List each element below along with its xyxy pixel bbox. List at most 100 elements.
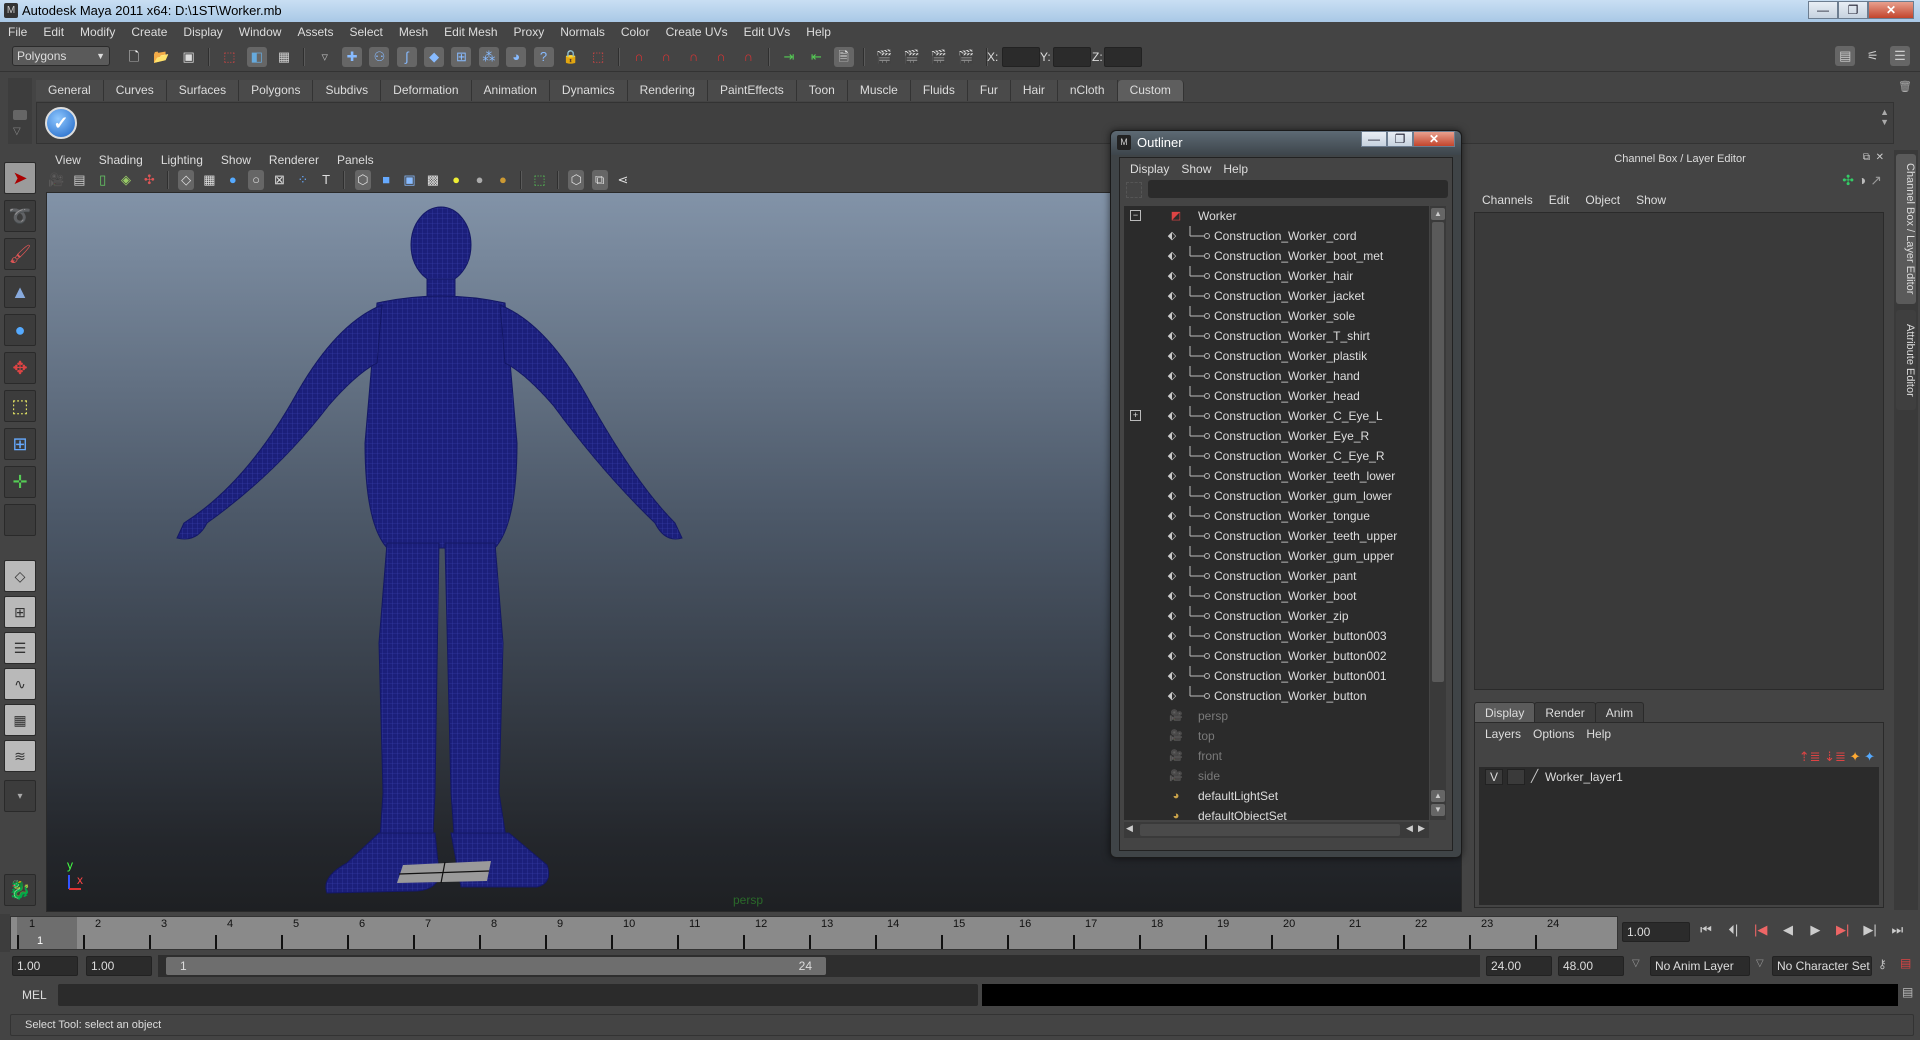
time-slider[interactable]: 1 2 3 4 5 6 7 8 9 10 11 12 13 14 15 16 17 18 19 20 21 22 23 24 … bbox=[10, 916, 1618, 950]
panel-menu-panels[interactable]: Panels bbox=[328, 150, 383, 170]
menu-assets[interactable]: Assets bbox=[289, 22, 341, 42]
snap-curve-icon[interactable]: ∩ bbox=[656, 47, 676, 67]
outliner-filter-input[interactable] bbox=[1148, 180, 1448, 198]
safe-action-icon[interactable]: ⁘ bbox=[295, 170, 311, 190]
menu-modify[interactable]: Modify bbox=[72, 22, 123, 42]
outliner-menu-show[interactable]: Show bbox=[1175, 160, 1217, 178]
snap-grid-icon[interactable]: ∩ bbox=[629, 47, 649, 67]
wireframe-icon[interactable]: ⬡ bbox=[354, 170, 371, 190]
outliner-item[interactable]: ⬖ Construction_Worker_teeth_lower bbox=[1124, 466, 1429, 486]
shelf-tab-animation[interactable]: Animation bbox=[471, 80, 550, 101]
outliner-item[interactable]: ⬖ Construction_Worker_gum_upper bbox=[1124, 546, 1429, 566]
outliner-item[interactable]: ⬖ Construction_Worker_zip bbox=[1124, 606, 1429, 626]
manipulator-icon[interactable]: ✣ bbox=[1842, 172, 1854, 188]
new-scene-icon[interactable]: 🗋 bbox=[124, 47, 144, 67]
xray-icon[interactable]: ⬡ bbox=[568, 170, 585, 190]
paint-select-tool-icon[interactable]: 🖌 bbox=[4, 238, 36, 270]
snap-view-plane-icon[interactable]: ∩ bbox=[711, 47, 731, 67]
shelf-tab-rendering[interactable]: Rendering bbox=[627, 80, 708, 101]
animation-end-field[interactable]: 48.00 bbox=[1558, 956, 1624, 976]
shelf-tab-custom[interactable]: Custom bbox=[1117, 80, 1184, 101]
shelf-tab-toon[interactable]: Toon bbox=[796, 80, 848, 101]
menuset-dropdown[interactable]: Polygons ▼ bbox=[12, 46, 110, 66]
layer-color-swatch-icon[interactable]: ╱ bbox=[1531, 769, 1538, 783]
default-lighting-icon[interactable]: ● bbox=[448, 170, 464, 190]
lasso-tool-icon[interactable]: ➰ bbox=[4, 200, 36, 232]
shelf-tab-painteffects[interactable]: PaintEffects bbox=[707, 80, 797, 101]
input-connections-icon[interactable]: ⇥ bbox=[779, 47, 799, 67]
menu-select[interactable]: Select bbox=[341, 22, 390, 42]
outliner-title-bar[interactable]: M Outliner — ❐ ✕ bbox=[1111, 131, 1461, 155]
render-settings-icon[interactable]: 🎬 bbox=[956, 47, 976, 67]
field-chart-icon[interactable]: ⊠ bbox=[271, 170, 287, 190]
cb-menu-show[interactable]: Show bbox=[1628, 190, 1674, 210]
shelf-tab-hair[interactable]: Hair bbox=[1010, 80, 1058, 101]
menu-edit-uvs[interactable]: Edit UVs bbox=[736, 22, 799, 42]
bookmarks-icon[interactable]: ▯ bbox=[95, 170, 111, 190]
panel-menu-renderer[interactable]: Renderer bbox=[260, 150, 328, 170]
go-to-start-icon[interactable]: ⏮ bbox=[1694, 922, 1718, 938]
outliner-item[interactable]: ⬖ Construction_Worker_sole bbox=[1124, 306, 1429, 326]
shelf-handle[interactable]: ▽ bbox=[8, 78, 32, 144]
construction-history-icon[interactable]: 🗎 bbox=[833, 47, 854, 67]
shelf-tab-surfaces[interactable]: Surfaces bbox=[166, 80, 240, 101]
outliner-item[interactable]: ⬖ Construction_Worker_C_Eye_R bbox=[1124, 446, 1429, 466]
menu-create-uvs[interactable]: Create UVs bbox=[658, 22, 736, 42]
move-tool-icon[interactable]: ▲ bbox=[4, 276, 36, 308]
menu-edit-mesh[interactable]: Edit Mesh bbox=[436, 22, 505, 42]
shelf-scroll-arrows[interactable]: ▲ ▼ bbox=[1880, 107, 1889, 127]
shelf-tab-dynamics[interactable]: Dynamics bbox=[549, 80, 628, 101]
scale-tool-icon[interactable]: ✥ bbox=[4, 352, 36, 384]
outliner-item[interactable]: 🎥 persp bbox=[1124, 706, 1429, 726]
scroll-right-icon[interactable]: ▶ bbox=[1418, 823, 1425, 834]
close-panel-icon[interactable]: ✕ bbox=[1876, 152, 1884, 163]
select-hierarchy-icon[interactable]: ⬚ bbox=[219, 47, 239, 67]
command-language-label[interactable]: MEL bbox=[22, 988, 47, 1002]
safe-title-icon[interactable]: T bbox=[318, 170, 334, 190]
outliner-item[interactable]: ⬖ Construction_Worker_cord bbox=[1124, 226, 1429, 246]
shelf-tab-muscle[interactable]: Muscle bbox=[847, 80, 911, 101]
step-back-key-icon[interactable]: ⏴| bbox=[1721, 922, 1745, 938]
select-dynamics-icon[interactable]: ⁂ bbox=[478, 47, 499, 67]
shelf-tab-polygons[interactable]: Polygons bbox=[239, 80, 314, 101]
move-layer-up-icon[interactable]: ⇡≣ bbox=[1799, 749, 1821, 764]
grid-icon[interactable]: ◇ bbox=[178, 170, 195, 190]
universal-manipulator-icon[interactable]: ⬚ bbox=[4, 390, 36, 422]
outliner-item[interactable]: ⬖ Construction_Worker_button003 bbox=[1124, 626, 1429, 646]
move-layer-down-icon[interactable]: ⇣≣ bbox=[1824, 749, 1846, 764]
anim-layer-field[interactable]: No Anim Layer bbox=[1650, 956, 1750, 976]
menu-edit[interactable]: Edit bbox=[35, 22, 72, 42]
select-rendering-icon[interactable]: ◕ bbox=[506, 47, 527, 67]
shadows-icon[interactable]: ● bbox=[495, 170, 511, 190]
outliner-item[interactable]: ⬖ Construction_Worker_button bbox=[1124, 686, 1429, 706]
layer-visibility-toggle[interactable]: V bbox=[1485, 769, 1503, 785]
outliner-minimize-button[interactable]: — bbox=[1361, 131, 1387, 147]
image-plane-icon[interactable]: ◈ bbox=[118, 170, 134, 190]
layer-tab-anim[interactable]: Anim bbox=[1594, 702, 1645, 722]
shelf-menu-icon[interactable] bbox=[13, 110, 27, 120]
outliner-item[interactable]: ⬖ Construction_Worker_pant bbox=[1124, 566, 1429, 586]
outliner-item[interactable]: ⬖ Construction_Worker_plastik bbox=[1124, 346, 1429, 366]
toggle-attribute-editor-icon[interactable]: ▤ bbox=[1835, 46, 1856, 66]
shelf-tab-ncloth[interactable]: nCloth bbox=[1057, 80, 1118, 101]
minimize-button[interactable]: — bbox=[1808, 1, 1838, 19]
outliner-item-worker[interactable]: − ◩ Worker bbox=[1124, 206, 1429, 226]
shelf-tab-fluids[interactable]: Fluids bbox=[910, 80, 968, 101]
close-button[interactable]: ✕ bbox=[1868, 1, 1914, 19]
render-current-frame-icon[interactable]: 🎬 bbox=[902, 47, 922, 67]
ipr-render-icon[interactable]: 🎬 bbox=[929, 47, 949, 67]
outliner-item[interactable]: ⬖ Construction_Worker_T_shirt bbox=[1124, 326, 1429, 346]
layer-menu-help[interactable]: Help bbox=[1580, 725, 1617, 743]
rotate-tool-icon[interactable]: ● bbox=[4, 314, 36, 346]
shelf-tab-curves[interactable]: Curves bbox=[103, 80, 167, 101]
current-time-field[interactable]: 1.00 bbox=[1622, 922, 1690, 942]
outliner-item[interactable]: ⬖ Construction_Worker_teeth_upper bbox=[1124, 526, 1429, 546]
outliner-item[interactable]: ⬖ Construction_Worker_hair bbox=[1124, 266, 1429, 286]
make-live-icon[interactable]: ∩ bbox=[738, 47, 758, 67]
restore-button[interactable]: ❐ bbox=[1838, 1, 1868, 19]
scroll-left-icon[interactable]: ◀ bbox=[1406, 823, 1413, 834]
layout-persp-outliner-icon[interactable]: ☰ bbox=[4, 632, 36, 664]
outliner-item[interactable]: ⬖ Construction_Worker_boot_met bbox=[1124, 246, 1429, 266]
play-backwards-icon[interactable]: ◀ bbox=[1776, 922, 1800, 938]
select-deformations-icon[interactable]: ⊞ bbox=[451, 47, 472, 67]
